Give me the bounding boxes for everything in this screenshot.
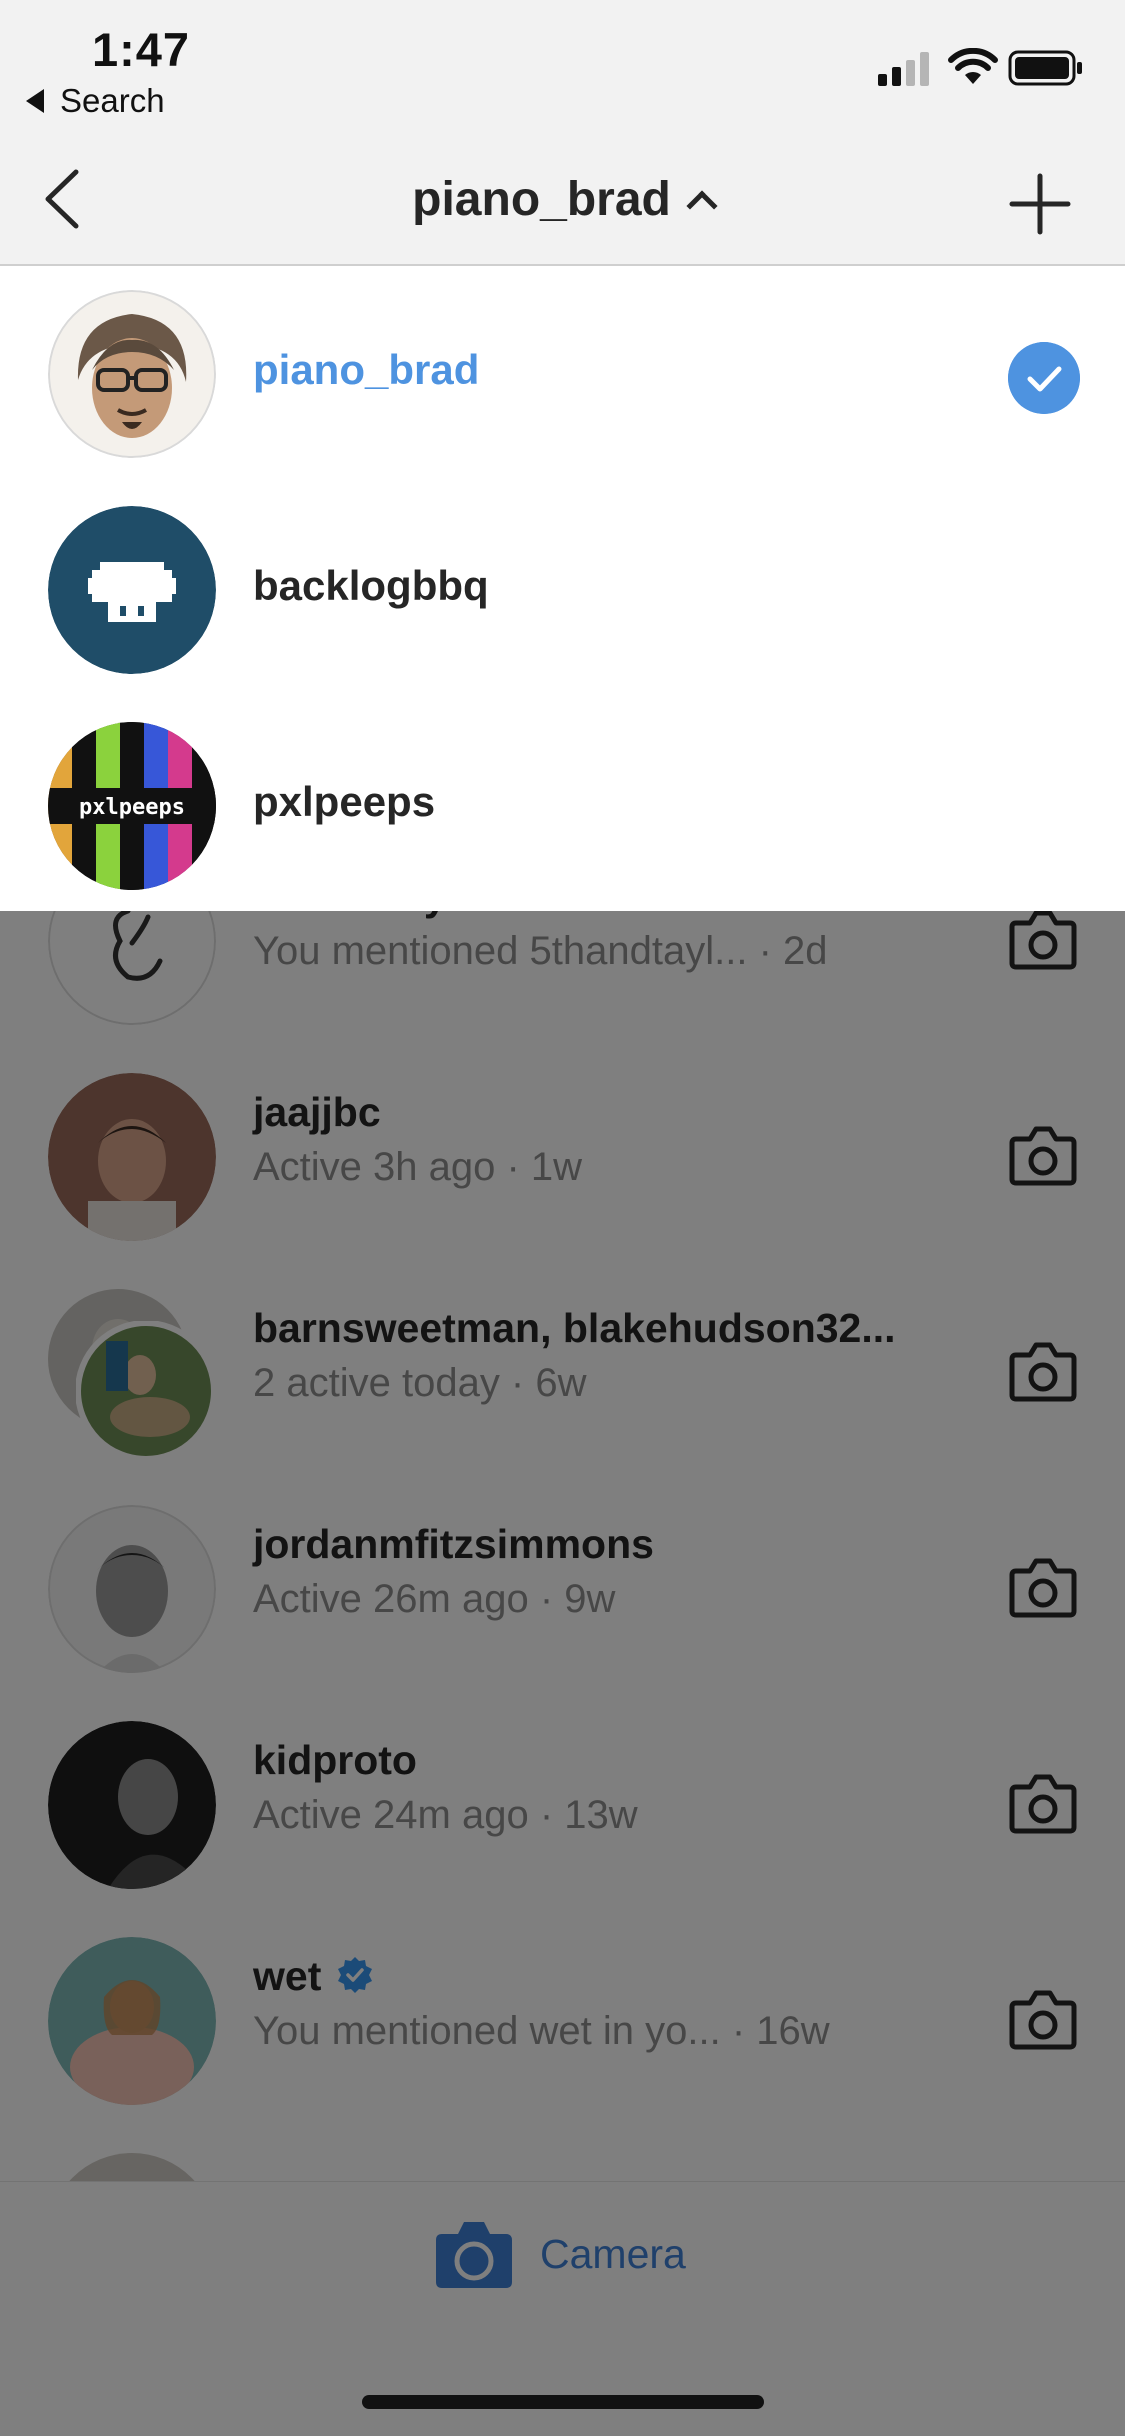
pxlpeeps-logo-text: pxlpeeps bbox=[79, 795, 185, 820]
account-switcher: piano_brad backlogbbq pxlpeeps pxlpeeps bbox=[0, 266, 1125, 911]
wifi-icon bbox=[948, 48, 998, 84]
battery-icon bbox=[1008, 50, 1082, 86]
checkmark-icon bbox=[1008, 342, 1080, 414]
back-to-app-label: Search bbox=[60, 82, 165, 119]
account-username: piano_brad bbox=[253, 346, 480, 393]
plus-icon[interactable] bbox=[1008, 172, 1072, 236]
chevron-up-icon bbox=[686, 190, 718, 222]
account-row-piano-brad[interactable]: piano_brad bbox=[0, 266, 1125, 482]
avatar bbox=[48, 290, 216, 458]
back-triangle-icon bbox=[26, 89, 44, 113]
account-username: backlogbbq bbox=[253, 562, 489, 609]
cellular-signal-icon bbox=[878, 52, 929, 86]
status-time: 1:47 bbox=[92, 23, 191, 76]
avatar bbox=[48, 506, 216, 674]
account-username: pxlpeeps bbox=[253, 778, 436, 825]
home-indicator[interactable] bbox=[362, 2395, 764, 2409]
account-switcher-title[interactable]: piano_brad bbox=[0, 172, 1125, 227]
back-to-app-link[interactable]: Search bbox=[26, 82, 165, 120]
page-title: piano_brad bbox=[412, 173, 671, 226]
account-row-backlogbbq[interactable]: backlogbbq bbox=[0, 482, 1125, 698]
status-bar: 1:47 Search bbox=[0, 0, 1125, 132]
avatar: pxlpeeps bbox=[48, 722, 216, 890]
nav-bar: piano_brad bbox=[0, 132, 1125, 266]
account-row-pxlpeeps[interactable]: pxlpeeps pxlpeeps bbox=[0, 698, 1125, 914]
dim-overlay[interactable] bbox=[0, 911, 1125, 2436]
